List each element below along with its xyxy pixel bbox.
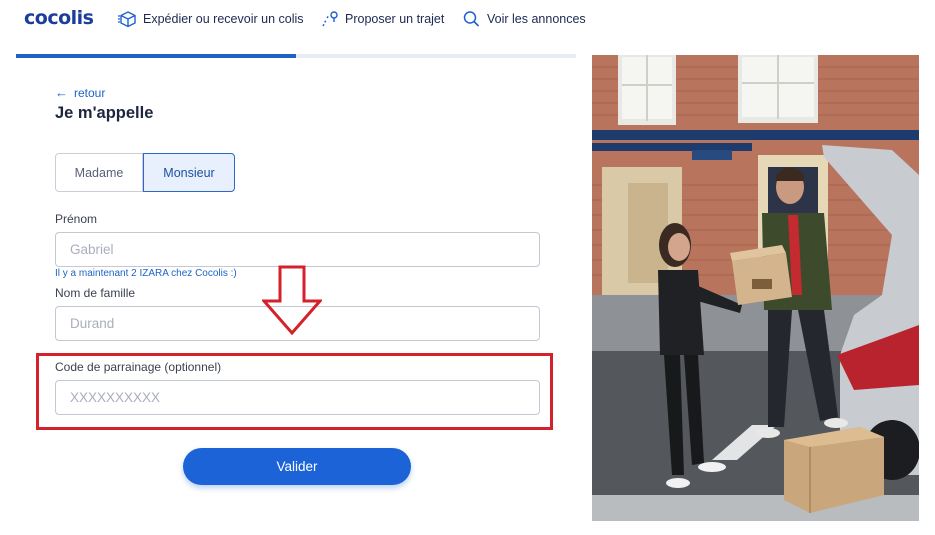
nav-propose-trip[interactable]: Proposer un trajet xyxy=(320,10,444,28)
search-icon xyxy=(462,10,482,28)
progress-fill xyxy=(16,54,296,58)
nav-label: Proposer un trajet xyxy=(345,12,445,26)
last-name-label: Nom de famille xyxy=(55,286,136,300)
nav-label: Voir les annonces xyxy=(487,12,586,26)
gender-selector: Madame Monsieur xyxy=(55,153,235,192)
nav-view-listings[interactable]: Voir les annonces xyxy=(462,10,586,28)
arrow-left-icon: ← xyxy=(55,85,68,100)
first-name-input[interactable]: Gabriel xyxy=(55,232,540,267)
highlight-annotation-box xyxy=(36,353,553,430)
submit-button[interactable]: Valider xyxy=(183,448,411,485)
gender-option-madame[interactable]: Madame xyxy=(55,153,143,192)
route-icon xyxy=(320,10,340,28)
name-hint: Il y a maintenant 2 IZARA chez Cocolis :… xyxy=(55,268,237,279)
back-link[interactable]: ← retour xyxy=(55,85,105,100)
down-arrow-annotation-icon xyxy=(262,265,322,336)
nav-label: Expédier ou recevoir un colis xyxy=(143,12,304,26)
package-icon xyxy=(118,10,138,28)
first-name-label: Prénom xyxy=(55,212,98,226)
back-label: retour xyxy=(74,85,106,100)
cocolis-logo[interactable]: cocolis xyxy=(24,7,94,29)
page-title: Je m'appelle xyxy=(55,104,154,122)
top-navigation: cocolis Expédier ou recevoir un colis Pr… xyxy=(0,0,935,40)
hero-photo xyxy=(592,55,919,521)
signup-progress-bar xyxy=(16,54,576,58)
nav-send-receive-parcel[interactable]: Expédier ou recevoir un colis xyxy=(118,10,304,28)
gender-option-monsieur[interactable]: Monsieur xyxy=(143,153,235,192)
